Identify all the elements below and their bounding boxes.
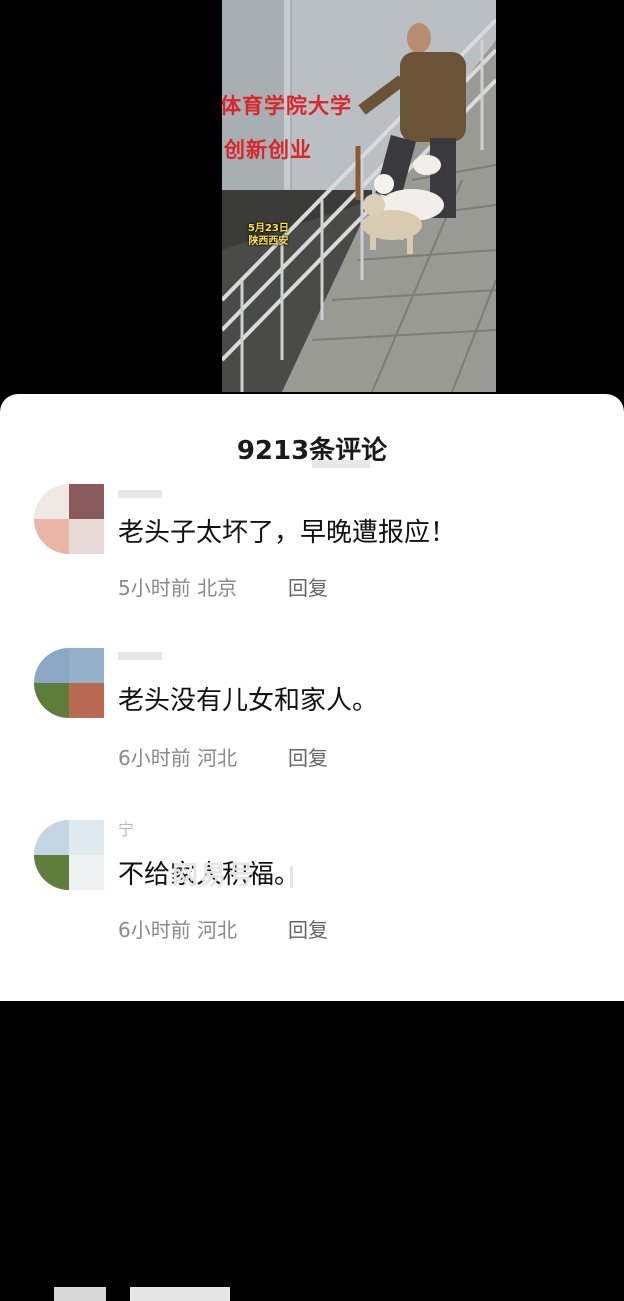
banner-text-line-2: 创新创业 xyxy=(224,138,312,162)
next-avatar-partial xyxy=(54,1287,106,1301)
video-date: 5月23日 xyxy=(248,223,289,234)
comment-text: 老头子太坏了，早晚遭报应！ xyxy=(118,518,457,548)
netease-watermark: 网易号 xyxy=(172,861,257,891)
comment-time: 6小时前 xyxy=(118,746,191,770)
avatar[interactable] xyxy=(34,484,104,554)
comment-time: 6小时前 xyxy=(118,918,191,942)
video-location: 陕西西安 xyxy=(248,236,289,247)
comment-time: 5小时前 xyxy=(118,576,191,600)
next-username-partial xyxy=(130,1287,230,1301)
username-blur xyxy=(118,490,162,498)
comment-meta: 5小时前 北京 xyxy=(118,572,237,601)
avatar[interactable] xyxy=(34,648,104,718)
username[interactable]: 宁 xyxy=(118,816,134,840)
comment-location: 河北 xyxy=(197,918,238,942)
video-frame-illustration xyxy=(222,0,496,392)
comment-meta: 6小时前 河北 xyxy=(118,914,237,943)
banner-text-line-1: 体育学院大学 xyxy=(222,94,352,118)
reply-button[interactable]: 回复 xyxy=(288,914,328,943)
watermark-divider xyxy=(290,866,293,888)
comment-text: 老头没有儿女和家人。 xyxy=(118,686,379,716)
comment-location: 河北 xyxy=(197,746,238,770)
comment-meta: 6小时前 河北 xyxy=(118,742,237,771)
video-date-watermark: 5月23日 陕西西安 xyxy=(248,222,289,248)
video-area: 体育学院大学 创新创业 5月23日 陕西西安 xyxy=(0,0,624,400)
header-blur xyxy=(312,460,370,468)
avatar[interactable] xyxy=(34,820,104,890)
comment-location: 北京 xyxy=(197,576,238,600)
video-player[interactable]: 体育学院大学 创新创业 5月23日 陕西西安 xyxy=(222,0,496,392)
reply-button[interactable]: 回复 xyxy=(288,572,328,601)
comments-sheet: 9213条评论 老头子太坏了，早晚遭报应！ 5小时前 北京 回复 老头没有儿女和… xyxy=(0,394,624,1301)
reply-button[interactable]: 回复 xyxy=(288,742,328,771)
username-blur xyxy=(118,652,162,660)
